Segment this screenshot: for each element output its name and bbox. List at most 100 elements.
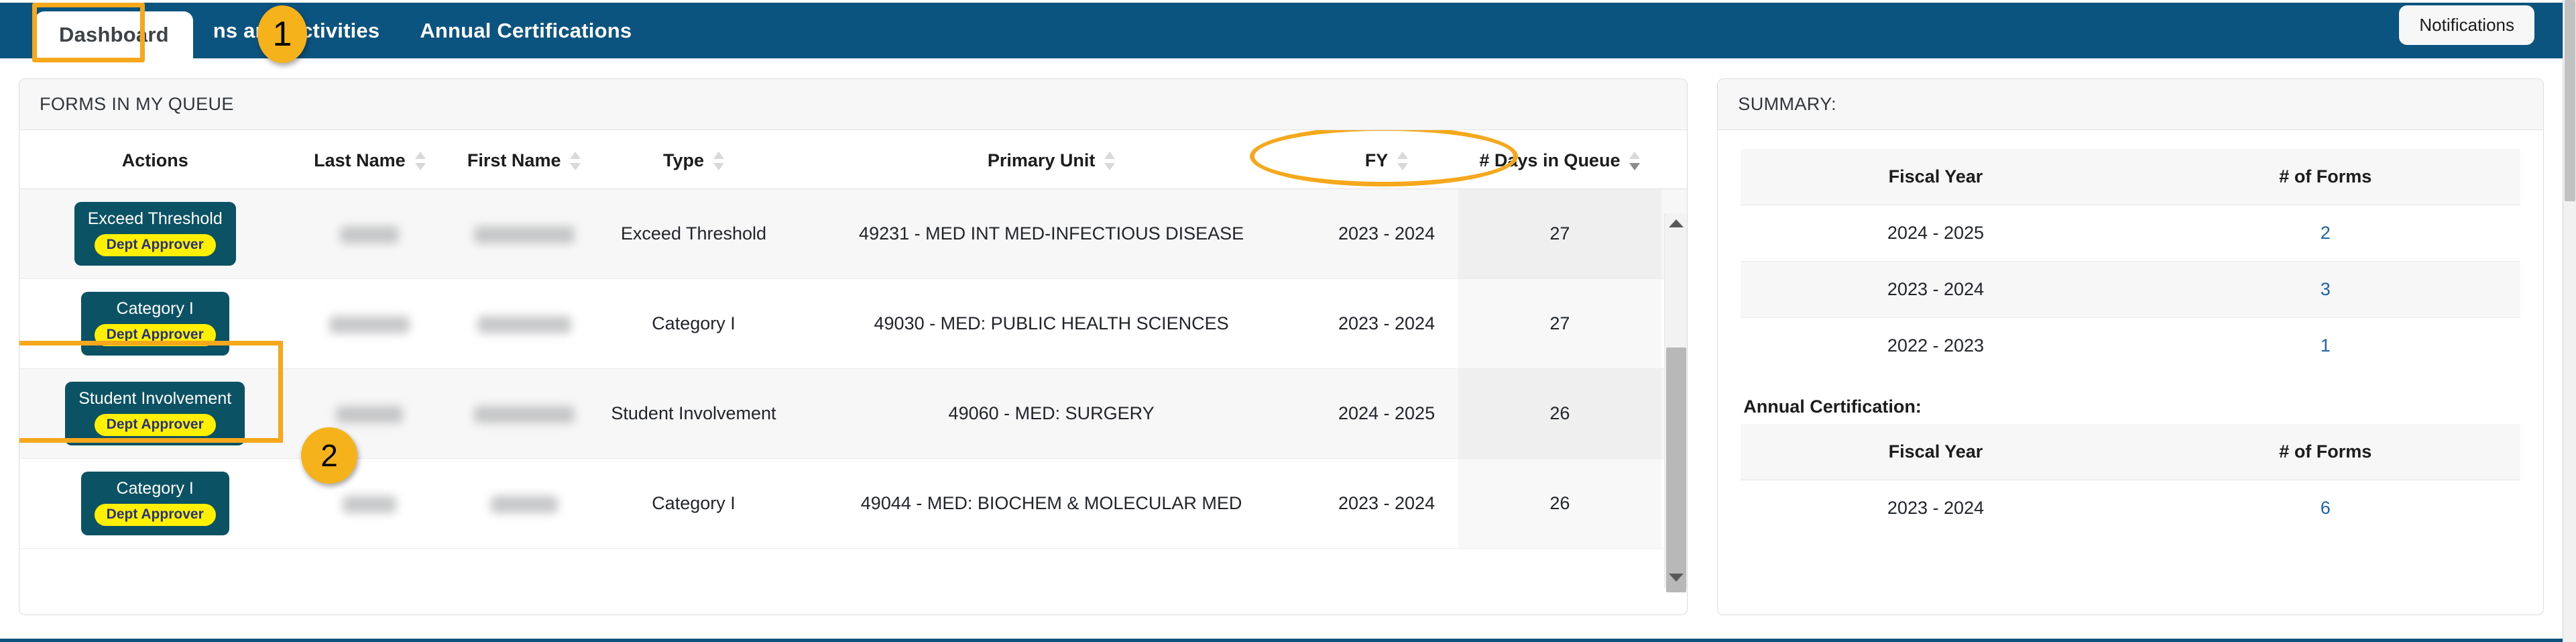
cell-primary-unit: 49030 - MED: PUBLIC HEALTH SCIENCES — [787, 278, 1315, 369]
cell-days-in-queue: 27 — [1458, 189, 1662, 279]
redacted-last-name — [329, 315, 410, 333]
sort-icon[interactable] — [713, 151, 724, 171]
queue-table: Actions Last Name First Name Type Primar… — [19, 130, 1688, 549]
summary-forms-body: 2024 - 2025 2 2023 - 2024 3 2022 - 2023 … — [1741, 205, 2520, 374]
row-action-role-badge: Dept Approver — [94, 323, 216, 346]
cell-forms-count-link[interactable]: 1 — [2131, 318, 2520, 374]
sort-icon[interactable] — [1104, 151, 1116, 171]
summary-certification-table: Fiscal Year # of Forms 2023 - 2024 6 — [1741, 424, 2520, 536]
cell-last-name — [290, 189, 449, 279]
col-header-primary-unit-label: Primary Unit — [987, 150, 1096, 170]
col-header-last-name[interactable]: Last Name — [290, 130, 449, 189]
redacted-first-name — [473, 225, 575, 244]
sort-icon-descending[interactable] — [1629, 151, 1641, 171]
scroll-thumb[interactable] — [1666, 347, 1687, 592]
callout-marker-2: 2 — [301, 427, 357, 484]
summary-cert-header-row: Fiscal Year # of Forms — [1741, 424, 2520, 480]
col-header-primary-unit[interactable]: Primary Unit — [787, 130, 1315, 189]
cell-type: Exceed Threshold — [599, 189, 788, 279]
redacted-last-name — [336, 405, 404, 423]
cell-fiscal-year: 2024 - 2025 — [1741, 205, 2131, 262]
redacted-first-name — [473, 405, 575, 423]
forms-in-my-queue-panel: FORMS IN MY QUEUE Actions Last Name Firs… — [19, 78, 1688, 615]
col-header-actions[interactable]: Actions — [19, 130, 291, 189]
summary-col-fiscal-year: Fiscal Year — [1741, 149, 2131, 205]
cert-col-fiscal-year: Fiscal Year — [1741, 424, 2131, 480]
cell-first-name — [449, 278, 600, 369]
table-row[interactable]: Exceed Threshold Dept Approver Exceed Th… — [19, 189, 1688, 279]
summary-inner: Fiscal Year # of Forms 2024 - 2025 2 202… — [1718, 130, 2543, 555]
annual-certification-heading: Annual Certification: — [1743, 396, 1922, 417]
sort-icon[interactable] — [414, 151, 426, 171]
col-header-fy-label: FY — [1364, 150, 1389, 170]
summary-forms-table: Fiscal Year # of Forms 2024 - 2025 2 202… — [1741, 149, 2520, 374]
cell-fiscal-year: 2023 - 2024 — [1741, 261, 2131, 318]
page-scrollbar[interactable] — [2563, 0, 2576, 642]
col-header-last-name-label: Last Name — [314, 150, 406, 170]
cell-actions: Exceed Threshold Dept Approver — [19, 189, 291, 279]
cell-type: Student Involvement — [599, 368, 788, 459]
cert-col-num-forms: # of Forms — [2130, 424, 2520, 480]
queue-header-row: Actions Last Name First Name Type Primar… — [19, 130, 1688, 189]
cell-days-in-queue: 27 — [1458, 278, 1662, 369]
col-header-type-label: Type — [662, 150, 704, 170]
queue-table-body: Exceed Threshold Dept Approver Exceed Th… — [19, 189, 1688, 549]
sort-icon[interactable] — [1397, 151, 1409, 171]
cell-fiscal-year: 2023 - 2024 — [1887, 498, 1985, 518]
table-row[interactable]: Category I Dept Approver Category I 4903… — [19, 278, 1688, 369]
queue-panel-body: Actions Last Name First Name Type Primar… — [19, 130, 1688, 614]
cell-type: Category I — [599, 278, 788, 369]
cell-actions: Category I Dept Approver — [19, 458, 291, 549]
cell-first-name — [449, 368, 600, 459]
redacted-last-name — [340, 225, 400, 244]
row-action-title: Category I — [116, 299, 194, 319]
table-row: 2024 - 2025 2 — [1741, 205, 2520, 262]
cell-forms-count-link[interactable]: 3 — [2130, 261, 2520, 318]
col-header-first-name-label: First Name — [467, 150, 561, 170]
row-action-title: Exceed Threshold — [87, 209, 223, 229]
summary-panel: SUMMARY: Fiscal Year # of Forms 2024 - 2… — [1717, 78, 2544, 615]
redacted-last-name — [343, 495, 397, 513]
queue-table-scrollbar[interactable] — [1664, 213, 1688, 592]
row-action-button[interactable]: Student Involvement Dept Approver — [65, 382, 245, 445]
cell-fy: 2023 - 2024 — [1315, 189, 1458, 279]
scroll-up-arrow[interactable] — [1665, 213, 1687, 233]
cell-primary-unit: 49060 - MED: SURGERY — [787, 368, 1315, 459]
table-row[interactable]: Category I Dept Approver Category I 4904… — [19, 458, 1688, 549]
cell-actions: Student Involvement Dept Approver — [19, 368, 291, 459]
table-row: 2023 - 2024 6 — [1741, 480, 2520, 537]
row-action-button[interactable]: Category I Dept Approver — [80, 292, 229, 356]
page-scrollbar-thumb[interactable] — [2565, 0, 2575, 201]
triangle-down-icon — [1669, 574, 1684, 582]
row-action-title: Student Involvement — [78, 389, 232, 409]
summary-panel-title: SUMMARY: — [1718, 79, 2543, 130]
table-row[interactable]: Student Involvement Dept Approver Studen… — [19, 368, 1688, 459]
cell-actions: Category I Dept Approver — [19, 278, 291, 369]
row-action-button[interactable]: Exceed Threshold Dept Approver — [74, 202, 236, 266]
notifications-button[interactable]: Notifications — [2399, 5, 2534, 45]
col-header-actions-label: Actions — [121, 150, 188, 170]
cell-type: Category I — [599, 458, 788, 549]
row-action-title: Category I — [116, 479, 194, 498]
col-header-fy[interactable]: FY — [1315, 130, 1458, 189]
tab-dashboard[interactable]: Dashboard — [35, 11, 193, 58]
top-navigation-bar: Dashboard ns and Activities Annual Certi… — [0, 3, 2563, 58]
cell-primary-unit: 49231 - MED INT MED-INFECTIOUS DISEASE — [787, 189, 1315, 279]
cell-first-name — [449, 189, 600, 279]
sort-icon[interactable] — [570, 151, 581, 171]
cell-fiscal-year: 2022 - 2023 — [1887, 335, 1985, 356]
cell-primary-unit: 49044 - MED: BIOCHEM & MOLECULAR MED — [787, 458, 1315, 549]
col-header-days-in-queue[interactable]: # Days in Queue — [1458, 130, 1662, 189]
cell-forms-count-link[interactable]: 2 — [2130, 205, 2520, 262]
cell-forms-count-link[interactable]: 6 — [2131, 480, 2520, 537]
scroll-down-arrow[interactable] — [1665, 568, 1687, 588]
callout-marker-1: 1 — [257, 5, 307, 63]
tab-annual-certifications[interactable]: Annual Certifications — [400, 3, 652, 58]
col-header-type[interactable]: Type — [599, 130, 788, 189]
row-action-button[interactable]: Category I Dept Approver — [80, 472, 229, 535]
cell-fy: 2024 - 2025 — [1315, 368, 1458, 459]
cell-first-name — [449, 458, 600, 549]
summary-cert-body: 2023 - 2024 6 — [1741, 480, 2520, 537]
col-header-first-name[interactable]: First Name — [449, 130, 600, 189]
cell-last-name — [290, 278, 449, 369]
